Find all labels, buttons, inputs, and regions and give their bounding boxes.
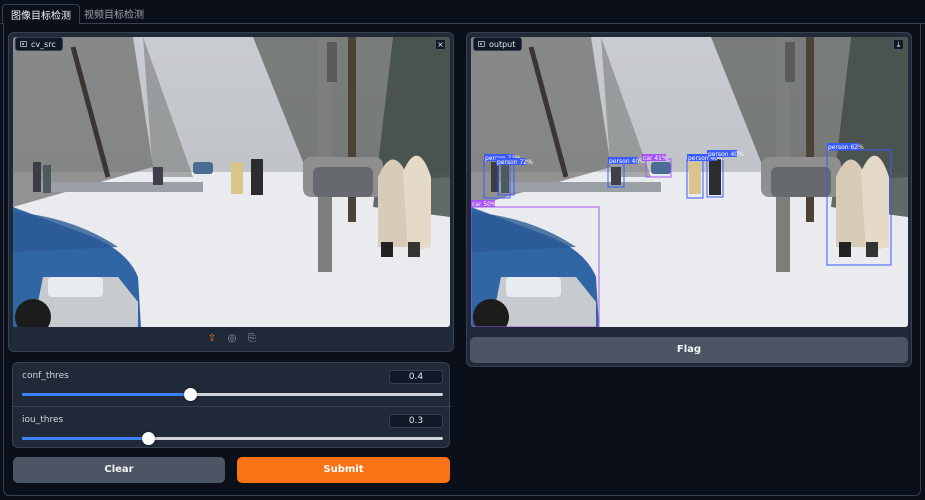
- close-icon[interactable]: ×: [435, 39, 446, 50]
- input-photo[interactable]: [13, 37, 450, 327]
- tab-bar: 图像目标检测 视频目标检测: [0, 0, 925, 24]
- output-image-panel: output ⤓ person person 72% person 40% ca…: [466, 32, 912, 367]
- detection-label: car 50%: [472, 201, 497, 208]
- iou-thres-thumb[interactable]: [142, 432, 156, 445]
- input-image-panel: cv_src × ⇪ ◎ ⎘: [8, 32, 454, 352]
- clear-button[interactable]: Clear: [13, 457, 225, 483]
- detection-label: person 40%: [708, 151, 744, 158]
- flag-button[interactable]: Flag: [470, 337, 908, 363]
- conf-thres-label: conf_thres: [22, 371, 69, 381]
- image-icon: [20, 41, 27, 47]
- detection-label: car 41%: [643, 155, 668, 162]
- output-photo: person 71% person 72% person 40% car 41%…: [471, 37, 908, 327]
- output-image-label: output: [473, 37, 523, 51]
- clipboard-icon[interactable]: ⎘: [246, 333, 258, 345]
- tab-video-detection[interactable]: 视频目标检测: [76, 4, 152, 24]
- conf-thres-number-input[interactable]: 0.4: [389, 370, 443, 384]
- conf-thres-fill: [22, 393, 191, 396]
- iou-thres-number-input[interactable]: 0.3: [389, 414, 443, 428]
- download-icon[interactable]: ⤓: [893, 39, 904, 50]
- conf-thres-slider[interactable]: [22, 388, 443, 401]
- detection-label: person 62%: [828, 144, 864, 151]
- input-image-label-text: cv_src: [31, 39, 56, 49]
- iou-thres-label: iou_thres: [22, 415, 64, 425]
- conf-thres-thumb[interactable]: [184, 388, 198, 401]
- webcam-icon[interactable]: ◎: [226, 333, 238, 345]
- submit-button[interactable]: Submit: [237, 457, 450, 483]
- detection-label: person 40%: [609, 158, 645, 165]
- detection-label: person 72%: [497, 159, 533, 166]
- iou-thres-row: iou_thres 0.3: [13, 406, 451, 449]
- input-image-label: cv_src: [15, 37, 63, 51]
- image-icon: [478, 41, 485, 47]
- iou-thres-fill: [22, 437, 149, 440]
- iou-thres-slider[interactable]: [22, 432, 443, 445]
- tab-image-detection[interactable]: 图像目标检测: [2, 4, 80, 24]
- parameter-sliders: conf_thres 0.4 iou_thres 0.3: [12, 362, 451, 449]
- output-image-label-text: output: [489, 39, 516, 49]
- conf-thres-row: conf_thres 0.4: [13, 363, 451, 406]
- input-toolbar: ⇪ ◎ ⎘: [9, 333, 455, 349]
- upload-icon[interactable]: ⇪: [206, 333, 218, 345]
